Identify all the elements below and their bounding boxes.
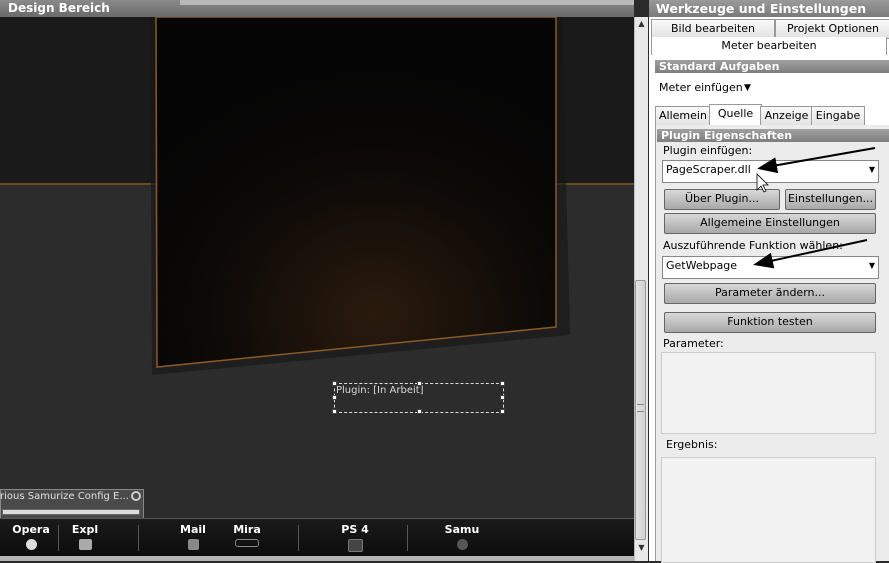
- result-textarea[interactable]: [661, 457, 876, 563]
- opera-icon: [25, 539, 37, 550]
- subtab-eingabe[interactable]: Eingabe: [811, 106, 865, 127]
- photoshop-icon: [347, 539, 363, 552]
- taskbar-item-label: Opera: [12, 523, 50, 536]
- resize-handle[interactable]: [332, 409, 337, 414]
- change-parameters-button[interactable]: Parameter ändern...: [664, 283, 876, 304]
- taskbar-separator: [407, 525, 408, 551]
- resize-handle[interactable]: [500, 395, 505, 400]
- standard-tasks-header: Standard Aufgaben: [655, 60, 889, 73]
- resize-handle[interactable]: [500, 381, 505, 386]
- taskbar: Opera Expl Mail Mira PS 4 Samu: [0, 518, 634, 556]
- taskbar-item-label: Mira: [233, 523, 261, 536]
- taskbar-item-label: PS 4: [341, 523, 369, 536]
- title-strip: [180, 0, 634, 5]
- taskbar-item-label: Expl: [71, 523, 99, 536]
- resize-handle[interactable]: [417, 409, 422, 414]
- taskbar-item-mira[interactable]: Mira: [230, 523, 264, 547]
- insert-meter-menu[interactable]: Meter einfügen: [659, 81, 743, 94]
- plugin-meter-box[interactable]: Plugin: [In Arbeit]: [332, 381, 505, 414]
- tab-bild-bearbeiten[interactable]: Bild bearbeiten: [651, 19, 775, 39]
- resize-handle[interactable]: [500, 409, 505, 414]
- scroll-down-icon[interactable]: ▼: [635, 541, 648, 555]
- taskbar-separator: [298, 525, 299, 551]
- taskbar-item-ps4[interactable]: PS 4: [338, 523, 372, 552]
- mouse-cursor-icon: [756, 173, 769, 193]
- parameters-textarea[interactable]: [661, 352, 876, 434]
- folder-icon: [78, 539, 92, 550]
- skin-panel-graphic[interactable]: [0, 17, 634, 377]
- subtab-quelle[interactable]: Quelle: [709, 104, 762, 127]
- taskbar-item-expl[interactable]: Expl: [68, 523, 102, 550]
- taskbar-separator: [58, 525, 59, 551]
- taskbar-item-label: Samu: [444, 523, 480, 536]
- result-label: Ergebnis:: [666, 438, 718, 451]
- subtab-allemein[interactable]: Allemein: [655, 106, 711, 127]
- mini-window-title: rious Samurize Config E...: [0, 491, 129, 502]
- arrow-to-function-icon: [753, 239, 868, 269]
- taskbar-item-samu[interactable]: Samu: [444, 523, 480, 550]
- dropdown-arrow-icon[interactable]: ▼: [744, 83, 751, 93]
- annotation-arrows: [753, 147, 876, 269]
- scroll-up-icon[interactable]: ▲: [635, 17, 648, 31]
- tools-panel-title: Werkzeuge und Einstellungen: [649, 0, 889, 17]
- resize-handle[interactable]: [417, 381, 422, 386]
- plugin-meter-text: Plugin: [In Arbeit]: [336, 385, 424, 396]
- mira-icon: [235, 539, 259, 547]
- resize-handle[interactable]: [332, 395, 337, 400]
- taskbar-item-label: Mail: [180, 523, 206, 536]
- taskbar-item-opera[interactable]: Opera: [12, 523, 50, 550]
- samurize-icon: [456, 539, 468, 550]
- scrollbar-grip-icon: [637, 404, 644, 412]
- mail-icon: [187, 539, 199, 550]
- resize-handle[interactable]: [332, 381, 337, 386]
- mini-window-bar: [2, 509, 140, 515]
- search-icon[interactable]: [131, 491, 141, 501]
- arrow-to-plugin-icon: [757, 147, 876, 174]
- subtab-anzeige[interactable]: Anzeige: [760, 106, 813, 127]
- taskbar-item-mail[interactable]: Mail: [176, 523, 210, 550]
- tab-projekt-optionen[interactable]: Projekt Optionen: [775, 19, 889, 39]
- taskbar-separator: [138, 525, 139, 551]
- parameters-label: Parameter:: [663, 337, 724, 350]
- bottom-strip: [0, 556, 634, 561]
- test-function-button[interactable]: Funktion testen: [664, 312, 876, 333]
- tab-meter-bearbeiten[interactable]: Meter bearbeiten: [651, 37, 887, 55]
